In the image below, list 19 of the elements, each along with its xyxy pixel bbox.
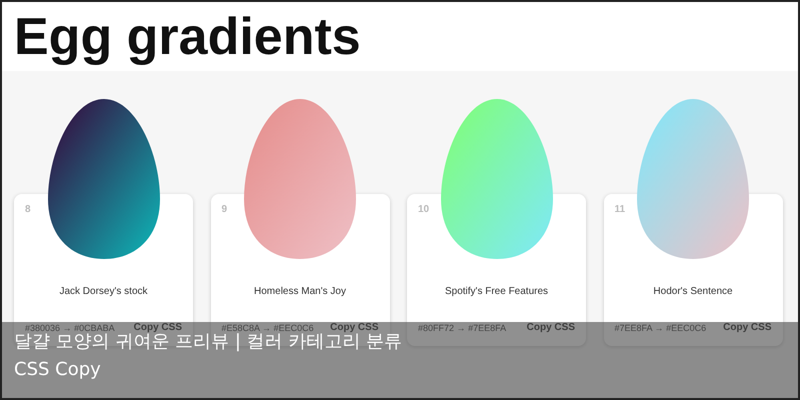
gradient-colors: #380036 → #0CBABA bbox=[25, 322, 115, 332]
gradient-colors: #E58C8A → #EEC0C6 bbox=[222, 322, 314, 332]
gradient-name: Homeless Man's Joy bbox=[254, 286, 346, 297]
page-title: Egg gradients bbox=[13, 7, 361, 68]
card-number: 10 bbox=[418, 204, 430, 215]
card-number: 9 bbox=[222, 204, 228, 215]
card-number: 8 bbox=[25, 204, 31, 215]
copy-css-button[interactable]: Copy CSS bbox=[723, 322, 772, 333]
copy-css-button[interactable]: Copy CSS bbox=[526, 322, 575, 333]
gradient-colors: #7EE8FA → #EEC0C6 bbox=[614, 322, 706, 332]
gradient-name: Hodor's Sentence bbox=[653, 286, 733, 297]
card-number: 11 bbox=[614, 204, 626, 215]
caption-text: CSS Copy bbox=[14, 358, 101, 382]
copy-css-button[interactable]: Copy CSS bbox=[330, 322, 378, 333]
gradient-name: Spotify's Free Features bbox=[444, 286, 548, 297]
caption-text: 달걀 모양의 귀여운 프리뷰 | 컬러 카테고리 분류 bbox=[14, 331, 402, 354]
gradient-colors: #80FF72 → #7EE8FA bbox=[418, 322, 506, 332]
copy-css-button[interactable]: Copy CSS bbox=[134, 322, 182, 333]
gradient-name: Jack Dorsey's stock bbox=[59, 286, 148, 297]
